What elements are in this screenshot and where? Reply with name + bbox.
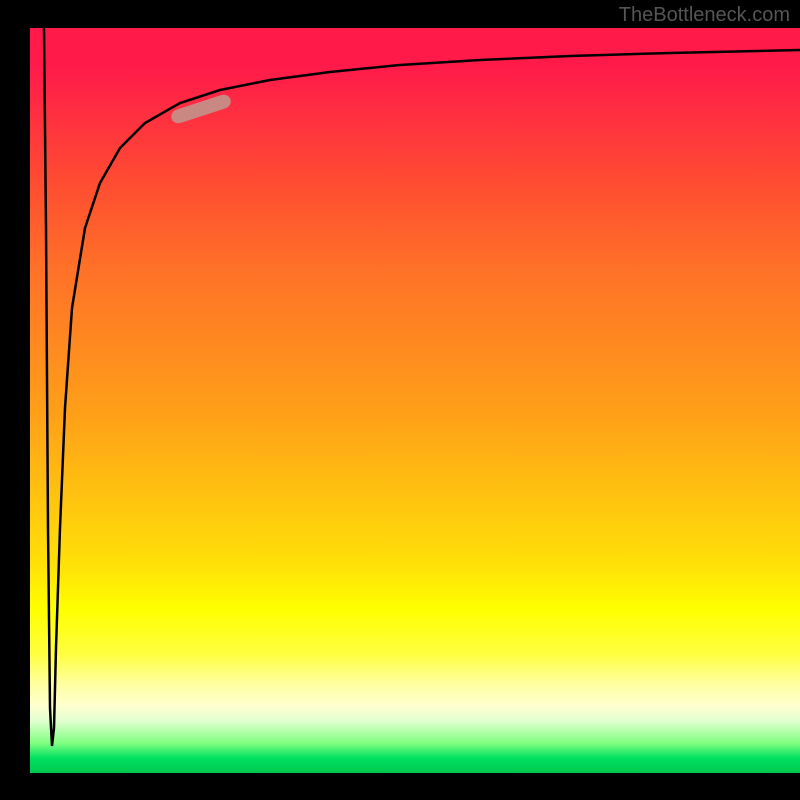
curve-svg <box>30 28 800 773</box>
watermark-text: TheBottleneck.com <box>619 4 790 27</box>
chart-container: TheBottleneck.com <box>0 0 800 800</box>
curve-marker <box>169 93 232 125</box>
plot-area <box>30 28 800 773</box>
bottleneck-curve-line <box>44 28 800 746</box>
